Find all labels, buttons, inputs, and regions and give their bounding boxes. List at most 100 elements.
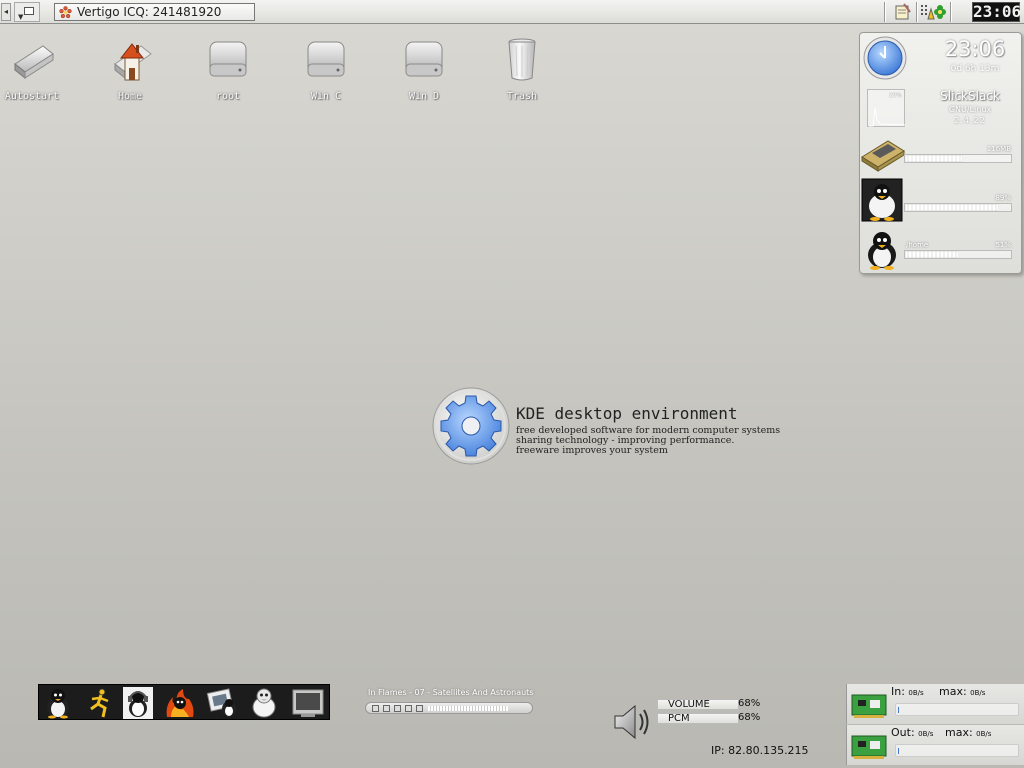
volume-label: VOLUME	[668, 699, 710, 710]
network-card-icon	[851, 735, 887, 759]
home-path: /home	[906, 241, 929, 249]
icq-status-icon[interactable]	[920, 3, 946, 21]
net-in-label: In: 0B/s	[891, 685, 924, 698]
tray-divider	[916, 2, 918, 22]
desktop-icon-trash[interactable]: Trash	[492, 36, 552, 102]
desktop-icon-autostart[interactable]: Autostart	[2, 36, 62, 102]
kde-title: KDE desktop environment	[516, 404, 738, 423]
hard-disk-icon	[209, 41, 247, 77]
stop-icon[interactable]	[405, 705, 412, 712]
desktop-icon-win-d[interactable]: Win D	[394, 36, 454, 102]
player-control-bar	[365, 702, 533, 714]
tray-divider	[950, 2, 952, 22]
tux-icon[interactable]	[247, 687, 281, 719]
cpu-graph: 29%	[867, 89, 906, 127]
network-in-widget: In: 0B/s max: 0B/s	[846, 684, 1024, 724]
clock-icon	[863, 36, 907, 80]
icq-flower-icon	[59, 6, 72, 19]
monitor-time: 23:06	[944, 37, 1006, 61]
runner-icon[interactable]	[83, 687, 117, 719]
tray-divider	[884, 2, 886, 22]
network-out-widget: Out: 0B/s max: 0B/s	[846, 725, 1024, 765]
net-out-bar-tick	[898, 748, 899, 754]
tux-home-icon	[868, 232, 896, 270]
root-usage-bar	[904, 203, 1012, 212]
pcm-label: PCM	[668, 713, 690, 724]
net-out-max-text: max:	[945, 726, 973, 739]
fire-tux-icon[interactable]	[163, 687, 197, 719]
speaker-icon[interactable]	[611, 700, 655, 744]
pause-icon[interactable]	[394, 705, 401, 712]
system-monitor-widget: 23:06 0d 6h 13m 29% SlickSlack GNU/Linux…	[859, 32, 1022, 274]
monitor-hostname: SlickSlack	[940, 89, 1000, 103]
pcm-slider[interactable]: PCM	[657, 713, 739, 724]
net-in-value: 0B/s	[908, 689, 924, 697]
panel-hide-button[interactable]: ◂	[1, 3, 11, 21]
cpu-line	[869, 107, 906, 127]
system-tray	[884, 2, 968, 22]
monitor-kernel: 2.4.22	[954, 116, 986, 125]
panel-clock[interactable]: 23:06	[972, 2, 1021, 22]
net-out-max-value: 0B/s	[976, 730, 992, 738]
monitor-icon	[24, 7, 34, 15]
taskbar-item-icq[interactable]: Vertigo ICQ: 241481920	[54, 3, 255, 21]
monitor-os: GNU/Linux	[948, 105, 992, 114]
net-in-max-text: max:	[939, 685, 967, 698]
headphones-tux-icon[interactable]	[121, 687, 155, 719]
home-percent: 51%	[995, 241, 1011, 249]
root-usage-bar-fill	[905, 204, 1000, 211]
k-menu-button[interactable]: ▼	[14, 2, 40, 22]
net-in-max-value: 0B/s	[970, 689, 986, 697]
memory-bar	[904, 154, 1012, 163]
desktop-icon-label: Autostart	[4, 91, 60, 102]
tux-root-icon	[861, 178, 903, 222]
notes-icon[interactable]	[894, 3, 912, 21]
taskbar-item-label: Vertigo ICQ: 241481920	[77, 5, 222, 19]
kde-gear-logo	[432, 387, 510, 465]
desktop-icon-home[interactable]: Home	[100, 36, 160, 102]
net-out-max-label: max: 0B/s	[945, 726, 991, 739]
monitor-uptime: 0d 6h 13m	[950, 64, 1000, 74]
net-out-label: Out: 0B/s	[891, 726, 933, 739]
home-usage-bar-fill	[905, 251, 960, 258]
net-in-bar	[895, 703, 1019, 716]
drive-icon	[14, 45, 54, 80]
volume-slider[interactable]: VOLUME	[657, 699, 739, 710]
home-usage-bar	[904, 250, 1012, 259]
net-in-text: In:	[891, 685, 905, 698]
net-out-bar	[895, 744, 1019, 757]
desktop-icon-label: Trash	[506, 91, 538, 102]
desktop-icon-label: Home	[117, 91, 143, 102]
tux-icon[interactable]	[41, 687, 75, 719]
net-out-value: 0B/s	[918, 730, 934, 738]
desktop-icon-label: Win C	[310, 91, 342, 102]
memory-label: 116MB	[986, 145, 1011, 153]
screen-icon[interactable]	[291, 687, 325, 719]
player-track-title: In Flames - 07 - Satellites And Astronau…	[368, 688, 534, 697]
desktop-icon-label: root	[215, 91, 241, 102]
root-percent: 89%	[995, 194, 1011, 202]
desktop-icon-label: Win D	[408, 91, 440, 102]
next-icon[interactable]	[416, 705, 423, 712]
memory-bar-fill	[905, 155, 964, 162]
play-icon[interactable]	[383, 705, 390, 712]
chevron-down-icon: ▼	[18, 13, 24, 21]
desktop-icon-win-c[interactable]: Win C	[296, 36, 356, 102]
player-progress[interactable]	[428, 706, 508, 711]
home-icon	[114, 43, 152, 81]
top-panel: ◂ ▼ Vertigo ICQ: 241481920 23:06	[0, 0, 1024, 24]
hard-disk-icon	[307, 41, 345, 77]
photo-tux-icon[interactable]	[205, 687, 239, 719]
prev-icon[interactable]	[372, 705, 379, 712]
desktop-icon-root[interactable]: root	[198, 36, 258, 102]
pcm-percent: 68%	[738, 712, 761, 723]
kde-tagline-3: freeware improves your system	[516, 445, 668, 456]
memory-chip-icon	[861, 140, 905, 172]
app-launcher-bar	[38, 684, 330, 720]
net-in-max-label: max: 0B/s	[939, 685, 985, 698]
net-out-text: Out:	[891, 726, 915, 739]
net-in-bar-tick	[898, 707, 899, 713]
trash-icon	[508, 38, 536, 81]
hard-disk-icon	[405, 41, 443, 77]
volume-percent: 68%	[738, 698, 761, 709]
